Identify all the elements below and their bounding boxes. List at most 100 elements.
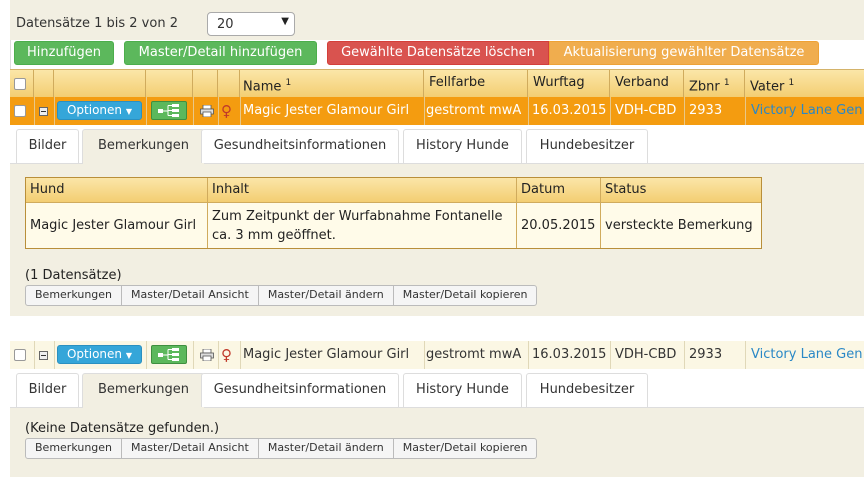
header-zbnr-sup: 1 <box>723 78 730 88</box>
cell-divider <box>193 341 194 369</box>
cell-divider <box>424 97 425 125</box>
tab-bilder[interactable]: Bilder <box>16 129 79 163</box>
cell-zbnr: 2933 <box>689 103 723 118</box>
detail-record-count: (1 Datensätze) <box>25 268 122 283</box>
caret-down-icon: ▼ <box>125 107 133 116</box>
grid-header: Name 1 Fellfarbe Wurftag Verband Zbnr 1 … <box>10 69 864 98</box>
female-icon: ♀ <box>221 346 232 364</box>
header-verband[interactable]: Verband <box>610 70 684 97</box>
master-detail-view-button[interactable]: Master/Detail Ansicht <box>122 286 259 305</box>
cell-vater-link[interactable]: Victory Lane Gen <box>751 341 864 369</box>
options-button[interactable]: Optionen ▼ <box>57 101 142 120</box>
page-size-select[interactable]: 20 ▼ <box>207 12 295 36</box>
master-detail-edit-button[interactable]: Master/Detail ändern <box>259 439 394 458</box>
row-checkbox[interactable] <box>14 105 26 117</box>
options-label: Optionen <box>66 347 123 361</box>
detail-tabs: Bilder Bemerkungen Gesundheitsinformatio… <box>10 125 864 164</box>
remarks-header-hund: Hund <box>26 178 208 202</box>
row-checkbox[interactable] <box>14 349 26 361</box>
header-zbnr[interactable]: Zbnr 1 <box>684 70 745 97</box>
cell-verband: VDH-CBD <box>615 103 677 118</box>
master-detail-edit-button[interactable]: Master/Detail ändern <box>259 286 394 305</box>
remarks-cell-status: versteckte Bemerkung <box>601 202 761 248</box>
master-detail-tree-button[interactable] <box>151 345 187 364</box>
options-label: Optionen <box>66 103 123 117</box>
collapse-icon[interactable] <box>39 107 48 116</box>
cell-divider <box>745 97 746 125</box>
cell-vater-link[interactable]: Victory Lane Gen <box>751 97 864 125</box>
master-detail-copy-button[interactable]: Master/Detail kopieren <box>394 439 537 458</box>
tab-bemerkungen[interactable]: Bemerkungen <box>82 129 205 164</box>
print-icon[interactable] <box>200 349 214 361</box>
detail-button-group: Bemerkungen Master/Detail Ansicht Master… <box>25 438 538 459</box>
cell-divider <box>240 97 241 125</box>
header-name-label: Name <box>243 79 282 95</box>
cell-divider <box>610 97 611 125</box>
header-vater-sup: 1 <box>788 78 795 88</box>
add-button[interactable]: Hinzufügen <box>14 41 114 65</box>
remarks-inhalt-line: ca. 3 mm geöffnet. <box>212 228 336 243</box>
cell-divider <box>34 341 35 369</box>
remarks-cell-inhalt: Zum Zeitpunkt der Wurfabnahme Fontanelle… <box>208 202 517 248</box>
select-all-checkbox[interactable] <box>14 78 26 90</box>
tab-history-hunde[interactable]: History Hunde <box>403 373 522 407</box>
delete-selected-button[interactable]: Gewählte Datensätze löschen <box>327 41 549 65</box>
remarks-cell-datum: 20.05.2015 <box>517 202 601 248</box>
cell-fellfarbe: gestromt mwA <box>426 347 522 362</box>
header-wurftag[interactable]: Wurftag <box>528 70 610 97</box>
cell-divider <box>684 341 685 369</box>
header-select-all-cell <box>10 70 34 97</box>
chevron-down-icon: ▼ <box>281 16 289 27</box>
detail-panel: Bilder Bemerkungen Gesundheitsinformatio… <box>10 125 864 316</box>
update-selected-button[interactable]: Aktualisierung gewählter Datensätze <box>549 41 819 65</box>
tab-gesundheitsinformationen[interactable]: Gesundheitsinformationen <box>201 373 399 407</box>
page-size-value: 20 <box>217 17 234 32</box>
master-detail-tree-button[interactable] <box>151 101 187 120</box>
row-spacer <box>10 316 864 341</box>
cell-divider <box>54 341 55 369</box>
cell-divider <box>528 341 529 369</box>
cell-divider <box>745 341 746 369</box>
tab-gesundheitsinformationen[interactable]: Gesundheitsinformationen <box>201 129 399 163</box>
caret-down-icon: ▼ <box>125 351 133 360</box>
cell-divider <box>146 97 147 125</box>
header-vater-label: Vater <box>750 79 785 95</box>
header-cell <box>54 70 146 97</box>
header-cell <box>218 70 240 97</box>
cell-divider <box>424 341 425 369</box>
collapse-icon[interactable] <box>39 351 48 360</box>
cell-divider <box>218 341 219 369</box>
remarks-button[interactable]: Bemerkungen <box>26 439 123 458</box>
header-vater[interactable]: Vater 1 <box>745 70 864 97</box>
table-row[interactable]: Optionen ▼ ♀ Magic Jester Glamour Girl g… <box>10 341 864 369</box>
cell-wurftag: 16.03.2015 <box>532 103 607 118</box>
header-name[interactable]: Name 1 <box>240 70 424 97</box>
tab-hundebesitzer[interactable]: Hundebesitzer <box>526 129 648 163</box>
remarks-cell-hund: Magic Jester Glamour Girl <box>26 202 208 248</box>
tab-hundebesitzer[interactable]: Hundebesitzer <box>526 373 648 407</box>
detail-tabs: Bilder Bemerkungen Gesundheitsinformatio… <box>10 369 864 408</box>
cell-name: Magic Jester Glamour Girl <box>243 103 410 118</box>
detail-panel: Bilder Bemerkungen Gesundheitsinformatio… <box>10 369 864 477</box>
header-name-sup: 1 <box>285 78 292 88</box>
tab-bemerkungen[interactable]: Bemerkungen <box>82 373 205 408</box>
female-icon: ♀ <box>221 102 232 120</box>
detail-button-group: Bemerkungen Master/Detail Ansicht Master… <box>25 285 538 306</box>
options-button[interactable]: Optionen ▼ <box>57 345 142 364</box>
cell-divider <box>54 97 55 125</box>
print-icon[interactable] <box>200 105 214 117</box>
detail-record-count: (Keine Datensätze gefunden.) <box>25 421 220 436</box>
tab-history-hunde[interactable]: History Hunde <box>403 129 522 163</box>
remarks-table: Hund Inhalt Datum Status Magic Jester Gl… <box>25 177 762 249</box>
tab-bilder[interactable]: Bilder <box>16 373 79 407</box>
tree-icon <box>158 104 179 117</box>
remarks-header-status: Status <box>601 178 761 202</box>
master-detail-view-button[interactable]: Master/Detail Ansicht <box>122 439 259 458</box>
remarks-header-datum: Datum <box>517 178 601 202</box>
master-detail-copy-button[interactable]: Master/Detail kopieren <box>394 286 537 305</box>
cell-divider <box>218 97 219 125</box>
table-row[interactable]: Optionen ▼ ♀ Magic Jester Glamour Girl g… <box>10 97 864 125</box>
remarks-button[interactable]: Bemerkungen <box>26 286 123 305</box>
header-fellfarbe[interactable]: Fellfarbe <box>424 70 528 97</box>
add-master-detail-button[interactable]: Master/Detail hinzufügen <box>124 41 317 65</box>
